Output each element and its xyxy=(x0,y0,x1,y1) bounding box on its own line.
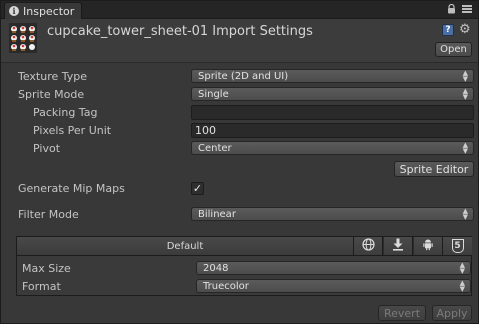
inspector-window: i Inspector cupcake_tower_sheet-01 Impor… xyxy=(0,0,479,324)
pixels-per-unit-label: Pixels Per Unit xyxy=(33,124,112,137)
help-book-icon[interactable]: ? xyxy=(442,24,454,36)
android-icon xyxy=(422,238,434,254)
download-standalone-icon xyxy=(392,238,404,254)
sprite-mode-value: Single xyxy=(198,88,229,100)
texture-type-label: Texture Type xyxy=(18,70,88,83)
context-menu-icon[interactable] xyxy=(462,4,472,14)
generate-mip-maps-label: Generate Mip Maps xyxy=(18,182,125,195)
sprite-editor-button[interactable]: Sprite Editor xyxy=(394,161,474,177)
html5-icon: 5 xyxy=(451,239,464,253)
sprite-mode-dropdown[interactable]: Single ▲ ▼ xyxy=(191,87,474,101)
tab-standalone-platform[interactable] xyxy=(384,237,413,255)
tab-tools xyxy=(447,3,472,14)
tab-default-platform[interactable]: Default xyxy=(17,237,354,255)
dropdown-arrows-icon: ▲ ▼ xyxy=(462,141,468,155)
pivot-label: Pivot xyxy=(33,142,61,155)
asset-title: cupcake_tower_sheet-01 Import Settings xyxy=(47,24,313,39)
tab-strip: i Inspector xyxy=(1,1,478,19)
info-icon: i xyxy=(9,6,19,16)
filter-mode-label: Filter Mode xyxy=(18,208,79,221)
dropdown-arrows-icon: ▲ ▼ xyxy=(462,87,468,101)
open-button[interactable]: Open xyxy=(435,42,472,57)
dropdown-arrows-icon: ▲ ▼ xyxy=(462,69,468,83)
tab-inspector-label: Inspector xyxy=(23,4,75,18)
texture-type-value: Sprite (2D and UI) xyxy=(198,70,289,82)
dropdown-arrows-icon: ▲ ▼ xyxy=(459,279,465,293)
format-value: Truecolor xyxy=(203,280,249,292)
max-size-value: 2048 xyxy=(203,262,229,274)
lock-icon[interactable] xyxy=(447,3,456,14)
apply-button[interactable]: Apply xyxy=(432,305,472,321)
format-label: Format xyxy=(22,280,61,293)
max-size-label: Max Size xyxy=(22,262,71,275)
sprite-sheet-thumbnail xyxy=(9,23,37,53)
tab-inspector[interactable]: i Inspector xyxy=(4,2,82,19)
generate-mip-maps-checkbox[interactable]: ✓ xyxy=(191,182,204,195)
revert-button[interactable]: Revert xyxy=(378,305,426,321)
packing-tag-label: Packing Tag xyxy=(33,106,98,119)
max-size-dropdown[interactable]: 2048 ▲ ▼ xyxy=(196,261,471,275)
tab-webgl-platform[interactable]: 5 xyxy=(443,237,472,255)
pivot-value: Center xyxy=(198,142,232,154)
platform-tab-bar: Default 5 xyxy=(16,236,472,256)
texture-type-dropdown[interactable]: Sprite (2D and UI) ▲ ▼ xyxy=(191,69,474,83)
gear-icon[interactable]: ⚙ xyxy=(459,23,473,37)
asset-header: cupcake_tower_sheet-01 Import Settings ?… xyxy=(1,19,478,63)
pivot-dropdown[interactable]: Center ▲ ▼ xyxy=(191,141,474,155)
web-globe-icon xyxy=(361,238,375,254)
format-dropdown[interactable]: Truecolor ▲ ▼ xyxy=(196,279,471,293)
packing-tag-field[interactable] xyxy=(191,105,474,120)
filter-mode-value: Bilinear xyxy=(198,208,236,220)
tab-android-platform[interactable] xyxy=(414,237,443,255)
dropdown-arrows-icon: ▲ ▼ xyxy=(462,207,468,221)
filter-mode-dropdown[interactable]: Bilinear ▲ ▼ xyxy=(191,207,474,221)
pixels-per-unit-field[interactable]: 100 xyxy=(191,123,474,138)
tab-web-platform[interactable] xyxy=(354,237,383,255)
sprite-mode-label: Sprite Mode xyxy=(18,88,85,101)
dropdown-arrows-icon: ▲ ▼ xyxy=(459,261,465,275)
